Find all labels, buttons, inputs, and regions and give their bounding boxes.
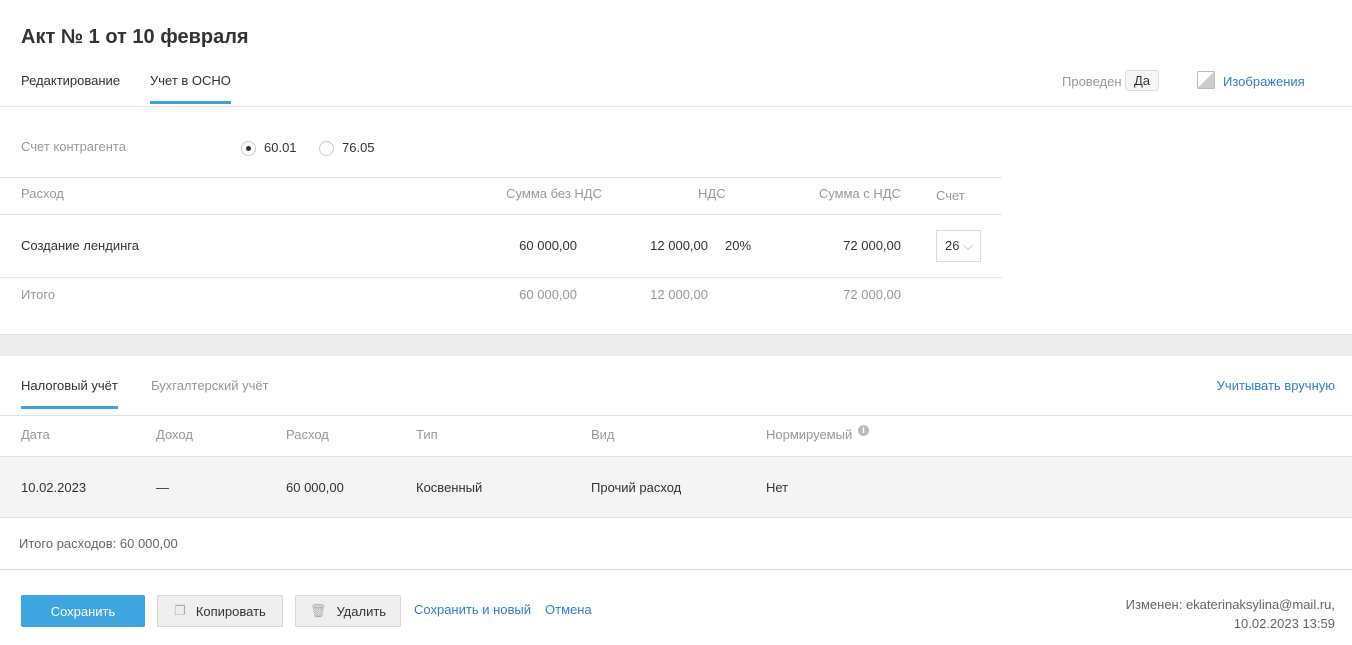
col-expense: Расход [21, 186, 64, 201]
cell-expense: 60 000,00 [286, 480, 344, 495]
cell-date: 10.02.2023 [21, 480, 87, 495]
vat-rate[interactable]: 20% [725, 238, 751, 253]
expenses-total: Итого расходов: 60 000,00 [19, 536, 178, 551]
col-net: Сумма без НДС [506, 186, 602, 201]
posted-toggle[interactable]: Да [1125, 70, 1160, 91]
tab-osno[interactable]: Учет в ОСНО [150, 73, 231, 104]
total-gross: 72 000,00 [843, 287, 901, 302]
tab-tax-accounting[interactable]: Налоговый учёт [21, 378, 118, 409]
cell-kind: Прочий расход [591, 480, 682, 495]
col-gross: Сумма с НДС [818, 186, 901, 201]
account-select[interactable]: 26 ⌵ [936, 230, 981, 262]
tab-bookkeeping[interactable]: Бухгалтерский учёт [151, 378, 269, 393]
copy-label: Копировать [195, 603, 266, 619]
delete-button[interactable]: 🗑 Удалить [295, 595, 401, 627]
image-icon [1197, 71, 1215, 89]
col-expense: Расход [286, 427, 329, 442]
page-title: Акт № 1 от 10 февраля [21, 26, 249, 48]
col-type: Тип [416, 427, 438, 442]
radio-label: 60.01 [264, 140, 297, 155]
section-divider [0, 334, 1352, 356]
info-icon[interactable]: i [858, 425, 869, 436]
radio-icon [319, 141, 334, 157]
total-net: 60 000,00 [519, 287, 577, 302]
trash-icon: 🗑 [309, 603, 327, 618]
expense-name: Создание лендинга [21, 238, 139, 253]
radio-icon [241, 141, 256, 157]
col-date: Дата [21, 427, 50, 442]
col-vat: НДС [698, 186, 726, 201]
total-vat: 12 000,00 [650, 287, 708, 302]
radio-label: 76.05 [342, 140, 375, 155]
account-value: 26 [945, 238, 960, 253]
expense-gross[interactable]: 72 000,00 [843, 238, 901, 253]
save-button[interactable]: Сохранить [21, 595, 145, 627]
expense-vat[interactable]: 12 000,00 [650, 238, 708, 253]
save-and-new-link[interactable]: Сохранить и новый [414, 602, 531, 617]
radio-60-01[interactable]: 60.01 [241, 140, 297, 157]
manual-accounting-link[interactable]: Учитывать вручную [1217, 378, 1335, 393]
cell-income: — [156, 480, 169, 495]
col-kind: Вид [591, 427, 615, 442]
save-label: Сохранить [50, 603, 116, 619]
images-link[interactable]: Изображения [1223, 74, 1305, 89]
col-normalized: Нормируемый [766, 427, 853, 442]
modified-by: Изменен: ekaterinaksylina@mail.ru, [1125, 597, 1335, 612]
col-income: Доход [156, 427, 193, 442]
chevron-down-icon: ⌵ [963, 238, 973, 253]
col-account: Счет [936, 188, 965, 203]
radio-76-05[interactable]: 76.05 [319, 140, 375, 157]
total-label: Итого [21, 287, 56, 302]
posted-label: Проведен [1062, 74, 1122, 89]
modified-date: 10.02.2023 13:59 [1233, 616, 1335, 631]
copy-button[interactable]: ❐ Копировать [157, 595, 283, 627]
cell-type: Косвенный [416, 480, 483, 495]
counterparty-label: Счет контрагента [21, 139, 126, 154]
tab-editing[interactable]: Редактирование [21, 73, 120, 88]
delete-label: Удалить [336, 603, 387, 619]
cancel-link[interactable]: Отмена [545, 602, 592, 617]
cell-normalized: Нет [766, 480, 789, 495]
expense-net[interactable]: 60 000,00 [519, 238, 577, 253]
copy-icon: ❐ [174, 603, 186, 618]
